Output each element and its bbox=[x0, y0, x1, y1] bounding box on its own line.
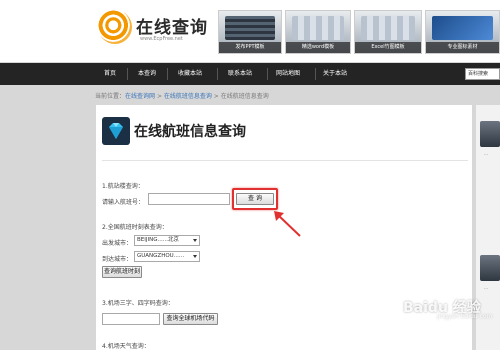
ad-banner-image bbox=[225, 16, 275, 40]
diamond-icon bbox=[102, 117, 130, 145]
breadcrumb: 当前位置：在线查询网 > 在线航班信息查询 > 在线航班信息查询 bbox=[95, 91, 269, 101]
ad-banner-image bbox=[292, 16, 344, 40]
ad-banner-caption: 发布PPT模板 bbox=[219, 42, 281, 53]
ad-banner-strip: 发布PPT模板 精选word模板 Excel竹图模板 专业图标素材 bbox=[218, 10, 500, 54]
title-divider bbox=[102, 160, 468, 161]
nav-divider bbox=[217, 68, 218, 80]
pointer-arrow-icon bbox=[274, 211, 301, 237]
ad-banner-ppt[interactable]: 发布PPT模板 bbox=[218, 10, 282, 54]
nav-item-sitemap[interactable]: 网站地图 bbox=[273, 63, 303, 85]
main-nav-bar: 首页 本查询 收藏本站 联系本站 网站地图 关于本站 百科搜索 bbox=[0, 63, 500, 85]
nav-item-bookmark[interactable]: 收藏本站 bbox=[175, 63, 205, 85]
section-heading-schedule: 2.全国航班时刻表查询： bbox=[102, 224, 168, 231]
nav-item-home[interactable]: 首页 bbox=[101, 63, 119, 85]
arrive-city-value: GUANGZHOU...... bbox=[137, 253, 185, 259]
breadcrumb-link-flight[interactable]: 在线航班信息查询 bbox=[164, 93, 212, 100]
section-heading-airport-code: 3.机场三字、四字码查询： bbox=[102, 300, 174, 307]
depart-city-label: 出发城市： bbox=[102, 240, 133, 247]
page-title: 在线航班信息查询 bbox=[134, 124, 246, 140]
search-input[interactable]: 百科搜索 bbox=[465, 68, 500, 80]
ad-banner-caption: 专业图标素材 bbox=[426, 42, 499, 53]
depart-city-value: BEIJING......北京 bbox=[137, 237, 179, 243]
ad-banner-image bbox=[361, 16, 415, 40]
nav-divider bbox=[267, 68, 268, 80]
paw-icon bbox=[381, 297, 401, 317]
chevron-down-icon bbox=[193, 239, 197, 242]
depart-city-select[interactable]: BEIJING......北京 bbox=[134, 235, 200, 246]
ad-banner-caption: 精选word模板 bbox=[286, 42, 350, 53]
highlight-box bbox=[232, 188, 278, 210]
baidu-watermark: Baidu 经验 jingyan.baidu.com bbox=[381, 293, 492, 323]
ad-banner-image bbox=[432, 16, 493, 40]
breadcrumb-separator: > bbox=[211, 93, 221, 100]
logo-text: 在线查询 bbox=[136, 18, 208, 38]
breadcrumb-current: 在线航班信息查询 bbox=[220, 93, 269, 100]
chevron-down-icon bbox=[193, 255, 197, 258]
watermark-subtext: jingyan.baidu.com bbox=[437, 313, 493, 320]
airport-code-input[interactable] bbox=[102, 313, 160, 325]
site-header: 在线查询 www.EcpFree.net 发布PPT模板 精选word模板 Ex… bbox=[0, 0, 500, 62]
arrive-city-label: 到达城市： bbox=[102, 256, 133, 263]
arrive-city-select[interactable]: GUANGZHOU...... bbox=[134, 251, 200, 262]
logo-swirl-icon bbox=[98, 10, 132, 44]
nav-item-about[interactable]: 关于本站 bbox=[320, 63, 350, 85]
sidebar-snippet: … bbox=[484, 285, 488, 290]
nav-item-contact[interactable]: 联系本站 bbox=[225, 63, 255, 85]
breadcrumb-link-home[interactable]: 在线查询网 bbox=[125, 93, 155, 100]
ad-banner-icons[interactable]: 专业图标素材 bbox=[425, 10, 500, 54]
sidebar-thumbnail[interactable] bbox=[480, 255, 500, 281]
ad-banner-word[interactable]: 精选word模板 bbox=[285, 10, 351, 54]
section-heading-terminal: 1.航站楼查询： bbox=[102, 183, 144, 190]
ad-banner-excel[interactable]: Excel竹图模板 bbox=[354, 10, 422, 54]
site-logo[interactable]: 在线查询 www.EcpFree.net bbox=[98, 10, 208, 50]
sidebar-thumbnail[interactable] bbox=[480, 121, 500, 147]
logo-url: www.EcpFree.net bbox=[140, 36, 183, 42]
breadcrumb-prefix: 当前位置： bbox=[95, 93, 126, 100]
section-heading-weather: 4.机场天气查询： bbox=[102, 343, 150, 350]
airport-code-query-button[interactable]: 查询全球机场代码 bbox=[163, 313, 218, 325]
schedule-query-button[interactable]: 查询航班时刻 bbox=[102, 266, 142, 278]
nav-divider bbox=[127, 68, 128, 80]
breadcrumb-separator: > bbox=[155, 93, 164, 100]
ad-banner-caption: Excel竹图模板 bbox=[355, 42, 421, 53]
nav-divider bbox=[167, 68, 168, 80]
nav-item-this-query[interactable]: 本查询 bbox=[135, 63, 159, 85]
nav-divider bbox=[315, 68, 316, 80]
sidebar-snippet: … bbox=[484, 151, 488, 156]
flight-number-label: 请输入航班号： bbox=[102, 199, 145, 206]
flight-number-input[interactable] bbox=[148, 193, 230, 205]
